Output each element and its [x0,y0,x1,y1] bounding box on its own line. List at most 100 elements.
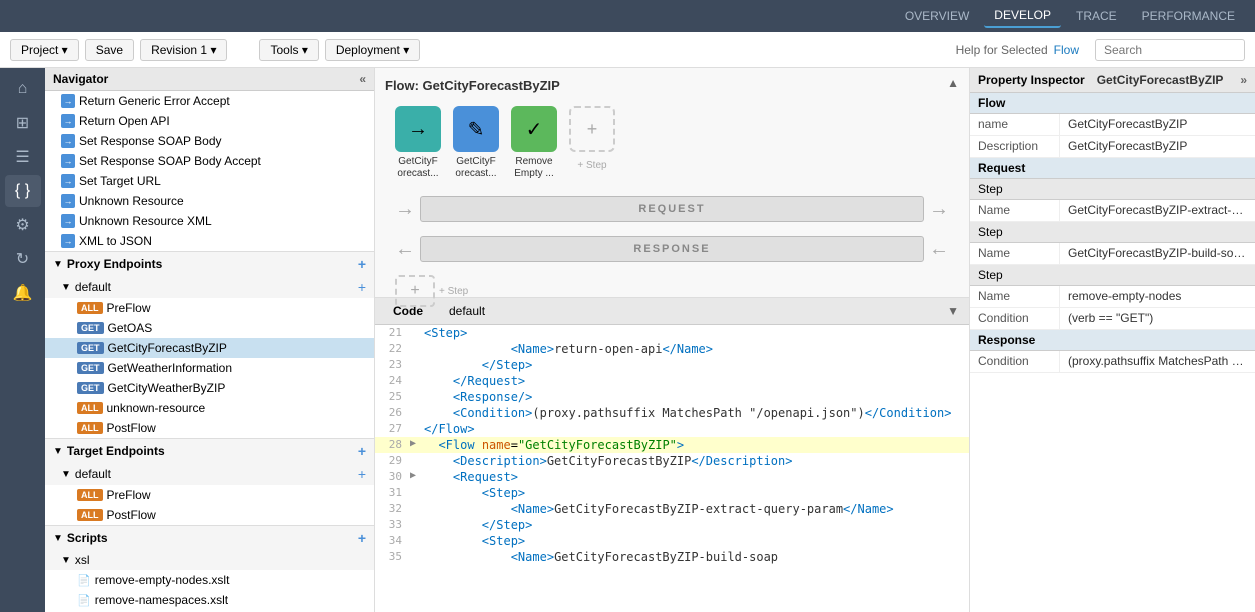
add-proxy-default-btn[interactable]: + [358,279,366,295]
icon-bar-settings[interactable]: ⚙ [5,209,41,241]
nav-overview-btn[interactable]: OVERVIEW [895,5,979,27]
project-button[interactable]: Project ▾ [10,39,79,61]
step-icon-2: ✎ [453,106,499,152]
deployment-button[interactable]: Deployment ▾ [325,39,420,61]
sidebar-item-unknown-resource[interactable]: → Unknown Resource [45,191,374,211]
step-label-3: RemoveEmpty ... [514,156,553,180]
sidebar-item-set-response-soap[interactable]: → Set Response SOAP Body [45,131,374,151]
badge-all: ALL [77,422,103,434]
script-remove-namespaces[interactable]: 📄 remove-namespaces.xslt [45,590,374,610]
icon-bar-home[interactable]: ⌂ [5,73,41,105]
prop-value-description: GetCityForecastByZIP [1060,136,1255,157]
bottom-add-step-btn[interactable]: + [395,275,435,307]
tools-button[interactable]: Tools ▾ [259,39,318,61]
icon-bar: ⌂ ⊞ ☰ { } ⚙ ↻ 🔔 [0,68,45,612]
proxy-getoas-item[interactable]: GET GetOAS [45,318,374,338]
prop-section-flow: Flow [970,93,1255,114]
code-line-28: 28 ▶ <Flow name="GetCityForecastByZIP"> [375,437,969,453]
code-line-26: 26 <Condition>(proxy.pathsuffix MatchesP… [375,405,969,421]
add-step-area[interactable]: + + Step [569,106,615,171]
item-icon: → [61,134,75,148]
prop-step-3-header: Step [970,265,1255,286]
target-postflow-item[interactable]: ALL PostFlow [45,505,374,525]
step-icon-3: ✓ [511,106,557,152]
prop-row-step1-name: Name GetCityForecastByZIP-extract-qu... [970,200,1255,222]
code-line-34: 34 <Step> [375,533,969,549]
prop-value-step2-name: GetCityForecastByZIP-build-soap... [1060,243,1255,264]
nav-trace-btn[interactable]: TRACE [1066,5,1127,27]
nav-performance-btn[interactable]: PERFORMANCE [1132,5,1245,27]
badge-get: GET [77,382,104,394]
sidebar-item-unknown-resource-xml[interactable]: → Unknown Resource XML [45,211,374,231]
target-default-subsection[interactable]: ▼ default + [45,463,374,485]
prop-label-step2-name: Name [970,243,1060,264]
script-remove-empty-nodes[interactable]: 📄 remove-empty-nodes.xslt [45,570,374,590]
scripts-xsl-subsection[interactable]: ▼ xsl [45,550,374,570]
step-icon-1: → [395,106,441,152]
sidebar-collapse-icon[interactable]: « [359,72,366,86]
icon-bar-doc[interactable]: ☰ [5,141,41,173]
step-item-1[interactable]: → GetCityForecast... [395,106,441,180]
step-item-2[interactable]: ✎ GetCityForecast... [453,106,499,180]
icon-bar-code[interactable]: { } [5,175,41,207]
bottom-add-step[interactable]: + + Step [385,273,959,309]
nav-develop-btn[interactable]: DEVELOP [984,4,1061,28]
proxy-getcityforecast-item[interactable]: GET GetCityForecastByZIP [45,338,374,358]
icon-bar-box[interactable]: ⊞ [5,107,41,139]
add-target-default-btn[interactable]: + [358,466,366,482]
prop-value-step3-condition: (verb == "GET") [1060,308,1255,329]
target-endpoints-section[interactable]: ▼ Target Endpoints + [45,438,374,463]
item-icon: → [61,194,75,208]
step-item-3[interactable]: ✓ RemoveEmpty ... [511,106,557,180]
save-button[interactable]: Save [85,39,134,61]
prop-value-name: GetCityForecastByZIP [1060,114,1255,135]
badge-all: ALL [77,509,103,521]
sidebar-item-return-generic[interactable]: → Return Generic Error Accept [45,91,374,111]
badge-all: ALL [77,402,103,414]
add-proxy-btn[interactable]: + [358,256,366,272]
proxy-preflow-item[interactable]: ALL PreFlow [45,298,374,318]
prop-row-name: name GetCityForecastByZIP [970,114,1255,136]
right-collapse-btn[interactable]: » [1240,73,1247,87]
file-icon: 📄 [77,594,91,607]
prop-section-response: Response [970,330,1255,351]
add-scripts-btn[interactable]: + [358,530,366,546]
proxy-getweather-item[interactable]: GET GetWeatherInformation [45,358,374,378]
revision-button[interactable]: Revision 1 ▾ [140,39,227,61]
canvas-collapse-btn[interactable]: ▲ [947,76,959,90]
property-inspector-header: Property Inspector GetCityForecastByZIP … [970,68,1255,93]
flow-link[interactable]: Flow [1054,43,1079,57]
center-panel: Flow: GetCityForecastByZIP → GetCityFore… [375,68,970,612]
code-line-35: 35 <Name>GetCityForecastByZIP-build-soap [375,549,969,565]
icon-bar-notify[interactable]: 🔔 [5,277,41,309]
code-body[interactable]: 21 <Step> 22 <Name>return-open-api</Name… [375,325,969,612]
proxy-default-subsection[interactable]: ▼ default + [45,276,374,298]
proxy-getcityweather-item[interactable]: GET GetCityWeatherByZIP [45,378,374,398]
icon-bar-flow[interactable]: ↻ [5,243,41,275]
prop-label-description: Description [970,136,1060,157]
code-line-24: 24 </Request> [375,373,969,389]
step-label-1: GetCityForecast... [397,156,438,180]
search-input[interactable] [1095,39,1245,61]
badge-all: ALL [77,489,103,501]
sidebar-item-return-open-api[interactable]: → Return Open API [45,111,374,131]
step-label-2: GetCityForecast... [455,156,496,180]
arrow-left-2-icon: ← [395,238,415,261]
sidebar-item-set-response-soap-accept[interactable]: → Set Response SOAP Body Accept [45,151,374,171]
sidebar-item-xml-to-json[interactable]: → XML to JSON [45,231,374,251]
add-target-btn[interactable]: + [358,443,366,459]
item-icon: → [61,94,75,108]
flow-title: Flow: GetCityForecastByZIP [385,78,959,93]
proxy-unknown-resource-item[interactable]: ALL unknown-resource [45,398,374,418]
scripts-section[interactable]: ▼ Scripts + [45,525,374,550]
property-inspector-flow-name: GetCityForecastByZIP [1097,73,1224,87]
toolbar: Project ▾ Save Revision 1 ▾ Tools ▾ Depl… [0,32,1255,68]
target-preflow-item[interactable]: ALL PreFlow [45,485,374,505]
proxy-postflow-item[interactable]: ALL PostFlow [45,418,374,438]
top-nav-bar: OVERVIEW DEVELOP TRACE PERFORMANCE [0,0,1255,32]
chevron-up-icon[interactable]: ▲ [947,76,959,90]
proxy-endpoints-section[interactable]: ▼ Proxy Endpoints + [45,251,374,276]
sidebar-item-set-target-url[interactable]: → Set Target URL [45,171,374,191]
prop-step-1-header: Step [970,179,1255,200]
add-step-btn[interactable]: + [569,106,615,152]
